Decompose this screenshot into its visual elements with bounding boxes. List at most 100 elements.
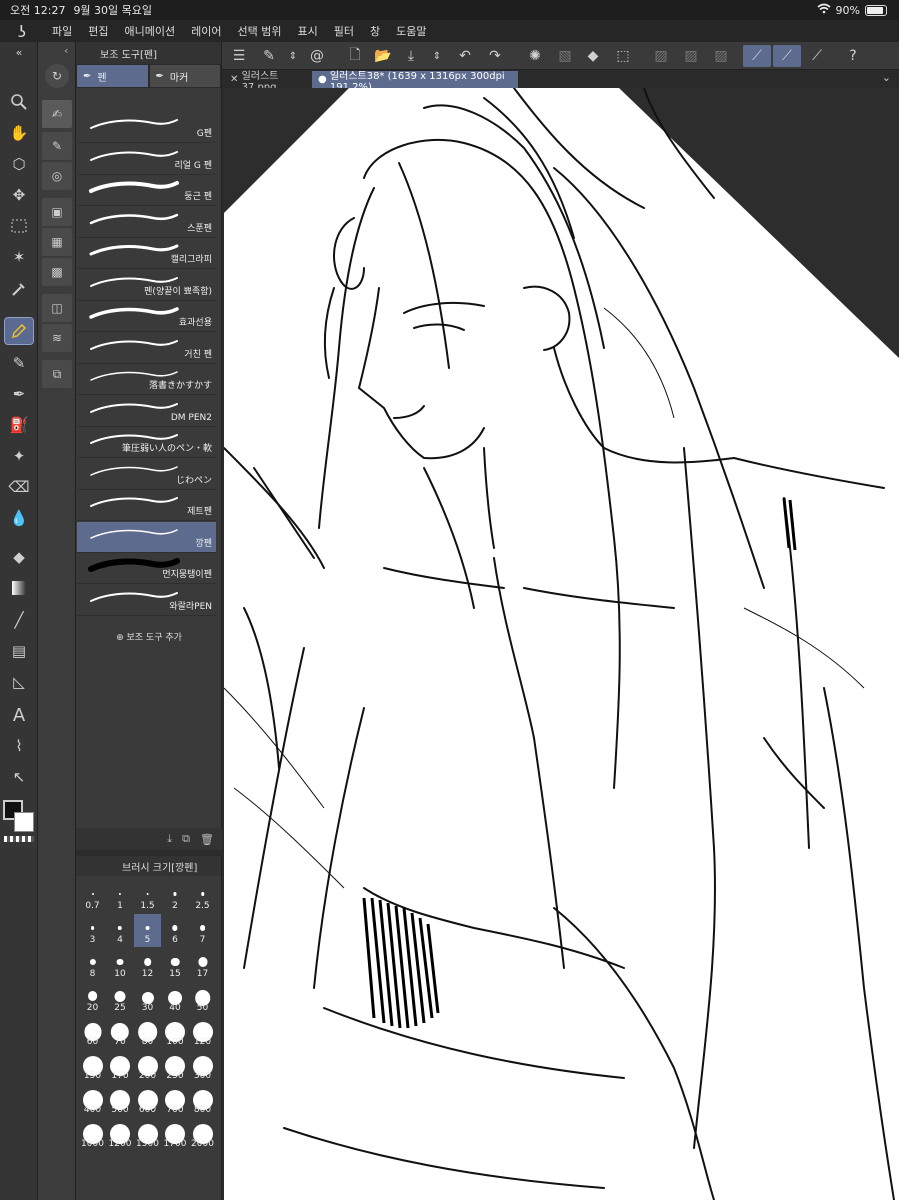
loading-icon[interactable]: ✺ bbox=[524, 45, 546, 67]
brush-size-option[interactable]: 1 bbox=[107, 880, 134, 913]
brush-size-option[interactable]: 1000 bbox=[79, 1118, 106, 1151]
spiral-icon[interactable]: @ bbox=[306, 45, 328, 67]
brush-size-option[interactable]: 1.5 bbox=[134, 880, 161, 913]
menu-help[interactable]: 도움말 bbox=[388, 23, 434, 39]
brush-size-option[interactable]: 400 bbox=[79, 1084, 106, 1117]
brush-size-option[interactable]: 500 bbox=[107, 1084, 134, 1117]
pen-tool-icon[interactable] bbox=[4, 317, 34, 345]
brush-item[interactable]: DM PEN2 bbox=[77, 396, 216, 427]
brush-item[interactable]: 리얼 G 펜 bbox=[77, 144, 216, 175]
brush-size-option[interactable]: 30 bbox=[134, 982, 161, 1015]
fill-icon[interactable]: ◆ bbox=[5, 544, 33, 570]
figure-icon[interactable]: ╱ bbox=[5, 607, 33, 633]
brush-size-option[interactable]: 1500 bbox=[134, 1118, 161, 1151]
brush-size-option[interactable]: 800 bbox=[189, 1084, 216, 1117]
menu-selection[interactable]: 선택 범위 bbox=[229, 23, 289, 39]
brush-size-option[interactable]: 1700 bbox=[162, 1118, 189, 1151]
brush-item[interactable]: 落書きかすかす bbox=[77, 364, 216, 395]
transform-icon[interactable]: ⬚ bbox=[612, 45, 634, 67]
gradient-icon[interactable] bbox=[5, 575, 33, 601]
brush-item[interactable]: 筆圧弱い人のペン・軟 bbox=[77, 427, 216, 458]
brush-size-option[interactable]: 8 bbox=[79, 948, 106, 981]
airbrush-icon[interactable]: ⛽ bbox=[5, 412, 33, 438]
brush-size-option[interactable]: 300 bbox=[189, 1050, 216, 1083]
undo-icon[interactable]: ↶ bbox=[454, 45, 476, 67]
brush-group-icon[interactable]: ◎ bbox=[42, 162, 72, 190]
brush-size-option[interactable]: 0.7 bbox=[79, 880, 106, 913]
layer-property-icon[interactable]: ▣ bbox=[42, 198, 72, 226]
brush-size-option[interactable]: 80 bbox=[134, 1016, 161, 1049]
updown-icon[interactable]: ⇕ bbox=[282, 45, 304, 67]
balloon-icon[interactable]: ⌇ bbox=[5, 733, 33, 759]
sub-color-swatch[interactable] bbox=[14, 812, 34, 832]
chevron-down-icon[interactable]: ⌄ bbox=[882, 71, 891, 84]
brush-size-option[interactable]: 700 bbox=[162, 1084, 189, 1117]
brush-size-option[interactable]: 600 bbox=[134, 1084, 161, 1117]
brush-size-option[interactable]: 5 bbox=[134, 914, 161, 947]
operation-icon[interactable]: ⬡ bbox=[5, 151, 33, 177]
brush-size-option[interactable]: 50 bbox=[189, 982, 216, 1015]
fill-cmd-icon[interactable]: ◆ bbox=[582, 45, 604, 67]
brush-item[interactable]: 캘리그라피 bbox=[77, 238, 216, 269]
redo-icon[interactable]: ↷ bbox=[484, 45, 506, 67]
brush-size-option[interactable]: 1200 bbox=[107, 1118, 134, 1151]
decoration-icon[interactable]: ✦ bbox=[5, 443, 33, 469]
save-options-icon[interactable]: ⇕ bbox=[426, 45, 448, 67]
frame-icon[interactable]: ▤ bbox=[5, 638, 33, 664]
brush-size-option[interactable]: 60 bbox=[79, 1016, 106, 1049]
brush-size-option[interactable]: 7 bbox=[189, 914, 216, 947]
menu-window[interactable]: 창 bbox=[362, 23, 388, 39]
app-logo-icon[interactable]: ʖ bbox=[0, 22, 44, 41]
layers-icon[interactable]: ◫ bbox=[42, 294, 72, 322]
hand-icon[interactable]: ✋ bbox=[5, 120, 33, 146]
brush-size-option[interactable]: 3 bbox=[79, 914, 106, 947]
brush-size-option[interactable]: 12 bbox=[134, 948, 161, 981]
move-icon[interactable]: ✥ bbox=[5, 182, 33, 208]
text-icon[interactable]: A bbox=[5, 702, 33, 728]
brush-item[interactable]: 제트펜 bbox=[77, 490, 216, 521]
blend-icon[interactable]: 💧 bbox=[5, 505, 33, 531]
brush-item[interactable]: 와랄라PEN bbox=[77, 585, 216, 616]
brush-size-option[interactable]: 100 bbox=[162, 1016, 189, 1049]
stabilize-icon[interactable]: ⟋ bbox=[743, 45, 771, 67]
crop-icon[interactable]: ▨ bbox=[710, 45, 732, 67]
canvas-tab-2[interactable]: ● 일러스트38* (1639 x 1316px 300dpi 191.2%) bbox=[312, 71, 518, 93]
tab-marker[interactable]: ✒ 마커 bbox=[148, 64, 221, 88]
menu-view[interactable]: 표시 bbox=[289, 23, 325, 39]
layer-stack-icon[interactable]: ≋ bbox=[42, 324, 72, 352]
ruler-icon[interactable]: ◺ bbox=[5, 669, 33, 695]
eraser-icon[interactable]: ⌫ bbox=[5, 474, 33, 500]
help-icon[interactable]: ? bbox=[842, 45, 864, 67]
brush-size-option[interactable]: 70 bbox=[107, 1016, 134, 1049]
smoothing-icon[interactable]: ⟋ bbox=[773, 45, 801, 67]
invert-icon[interactable]: ▨ bbox=[680, 45, 702, 67]
new-file-icon[interactable]: 🗋 bbox=[344, 45, 366, 67]
navigator-icon[interactable]: ▦ bbox=[42, 228, 72, 256]
zoom-icon[interactable] bbox=[5, 89, 33, 115]
brush-size-option[interactable]: 2.5 bbox=[189, 880, 216, 913]
brush-size-option[interactable]: 2000 bbox=[189, 1118, 216, 1151]
collapse-left-icon[interactable]: ‹ bbox=[64, 44, 68, 57]
brush-size-option[interactable]: 120 bbox=[189, 1016, 216, 1049]
brush-size-option[interactable]: 150 bbox=[79, 1050, 106, 1083]
menu-filter[interactable]: 필터 bbox=[326, 23, 362, 39]
duplicate-icon[interactable]: ⧉ bbox=[182, 832, 190, 846]
auto-select-icon[interactable]: ✶ bbox=[5, 244, 33, 270]
brush-icon[interactable]: ✒ bbox=[5, 381, 33, 407]
import-icon[interactable]: ⤓ bbox=[167, 832, 172, 846]
brush-size-option[interactable]: 2 bbox=[162, 880, 189, 913]
pencil-icon[interactable]: ✎ bbox=[5, 350, 33, 376]
correct-line-icon[interactable]: ↖ bbox=[5, 764, 33, 790]
brush-item[interactable]: 먼지뭉탱이펜 bbox=[77, 553, 216, 584]
deselect-icon[interactable]: ▨ bbox=[650, 45, 672, 67]
pen-group-icon[interactable]: ✍ bbox=[42, 100, 72, 128]
menu-edit[interactable]: 편집 bbox=[80, 23, 116, 39]
eyedropper-icon[interactable] bbox=[5, 276, 33, 302]
brush-item[interactable]: 둥근 펜 bbox=[77, 175, 216, 206]
brush-size-option[interactable]: 170 bbox=[107, 1050, 134, 1083]
menu-file[interactable]: 파일 bbox=[44, 23, 80, 39]
collapse-icon[interactable]: « bbox=[5, 44, 33, 60]
transparent-color-icon[interactable] bbox=[4, 836, 34, 842]
brush-size-option[interactable]: 6 bbox=[162, 914, 189, 947]
pressure-icon[interactable]: ⟋ bbox=[806, 45, 828, 67]
